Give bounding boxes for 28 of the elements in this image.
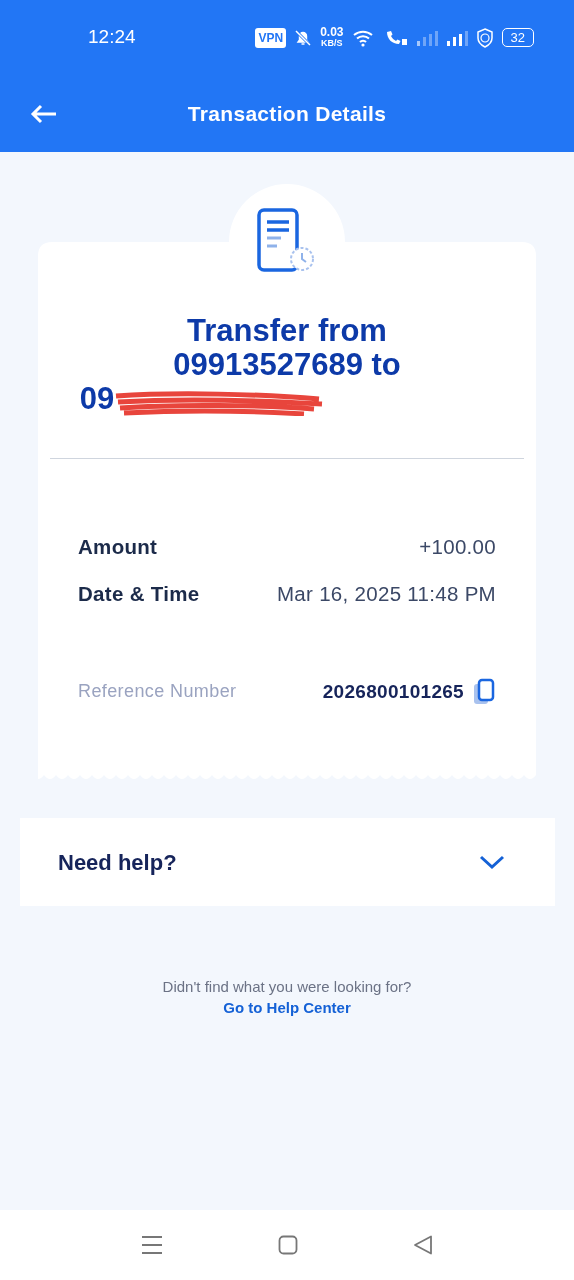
back-arrow-icon[interactable]	[30, 103, 58, 124]
vpn-badge: VPN	[255, 27, 287, 48]
transfer-title-line: 09	[79, 382, 115, 416]
transfer-title-line: 09913527689 to	[173, 347, 401, 382]
reference-number: 2026800101265	[322, 679, 464, 704]
detail-value: Mar 16, 2025 11:48 PM	[276, 580, 496, 607]
status-time: 12:24	[88, 25, 136, 50]
menu-icon[interactable]	[141, 1235, 163, 1255]
help-center-link[interactable]: Go to Help Center	[223, 999, 351, 1016]
home-square-icon[interactable]	[278, 1235, 298, 1255]
speed-unit: KB/S	[320, 37, 344, 49]
detail-label: Amount	[78, 534, 158, 560]
muted-bell-icon	[294, 28, 313, 47]
signal-icon	[445, 29, 468, 46]
back-triangle-icon[interactable]	[413, 1235, 433, 1255]
signal-icon	[415, 29, 438, 46]
help-prompt: Didn't find what you were looking for?	[162, 978, 412, 995]
shield-icon	[475, 27, 494, 48]
document-clock-icon	[257, 208, 317, 274]
need-help-panel[interactable]: Need help?	[20, 818, 555, 906]
detail-label: Date & Time	[78, 580, 200, 607]
battery-level: 32	[501, 28, 534, 47]
network-speed: 0.03	[320, 26, 344, 38]
page-title: Transaction Details	[187, 100, 387, 127]
copy-icon[interactable]	[472, 677, 496, 706]
detail-value: +100.00	[419, 534, 496, 560]
reference-label: Reference Number	[78, 680, 237, 704]
transfer-title-line: Transfer from	[187, 313, 387, 348]
